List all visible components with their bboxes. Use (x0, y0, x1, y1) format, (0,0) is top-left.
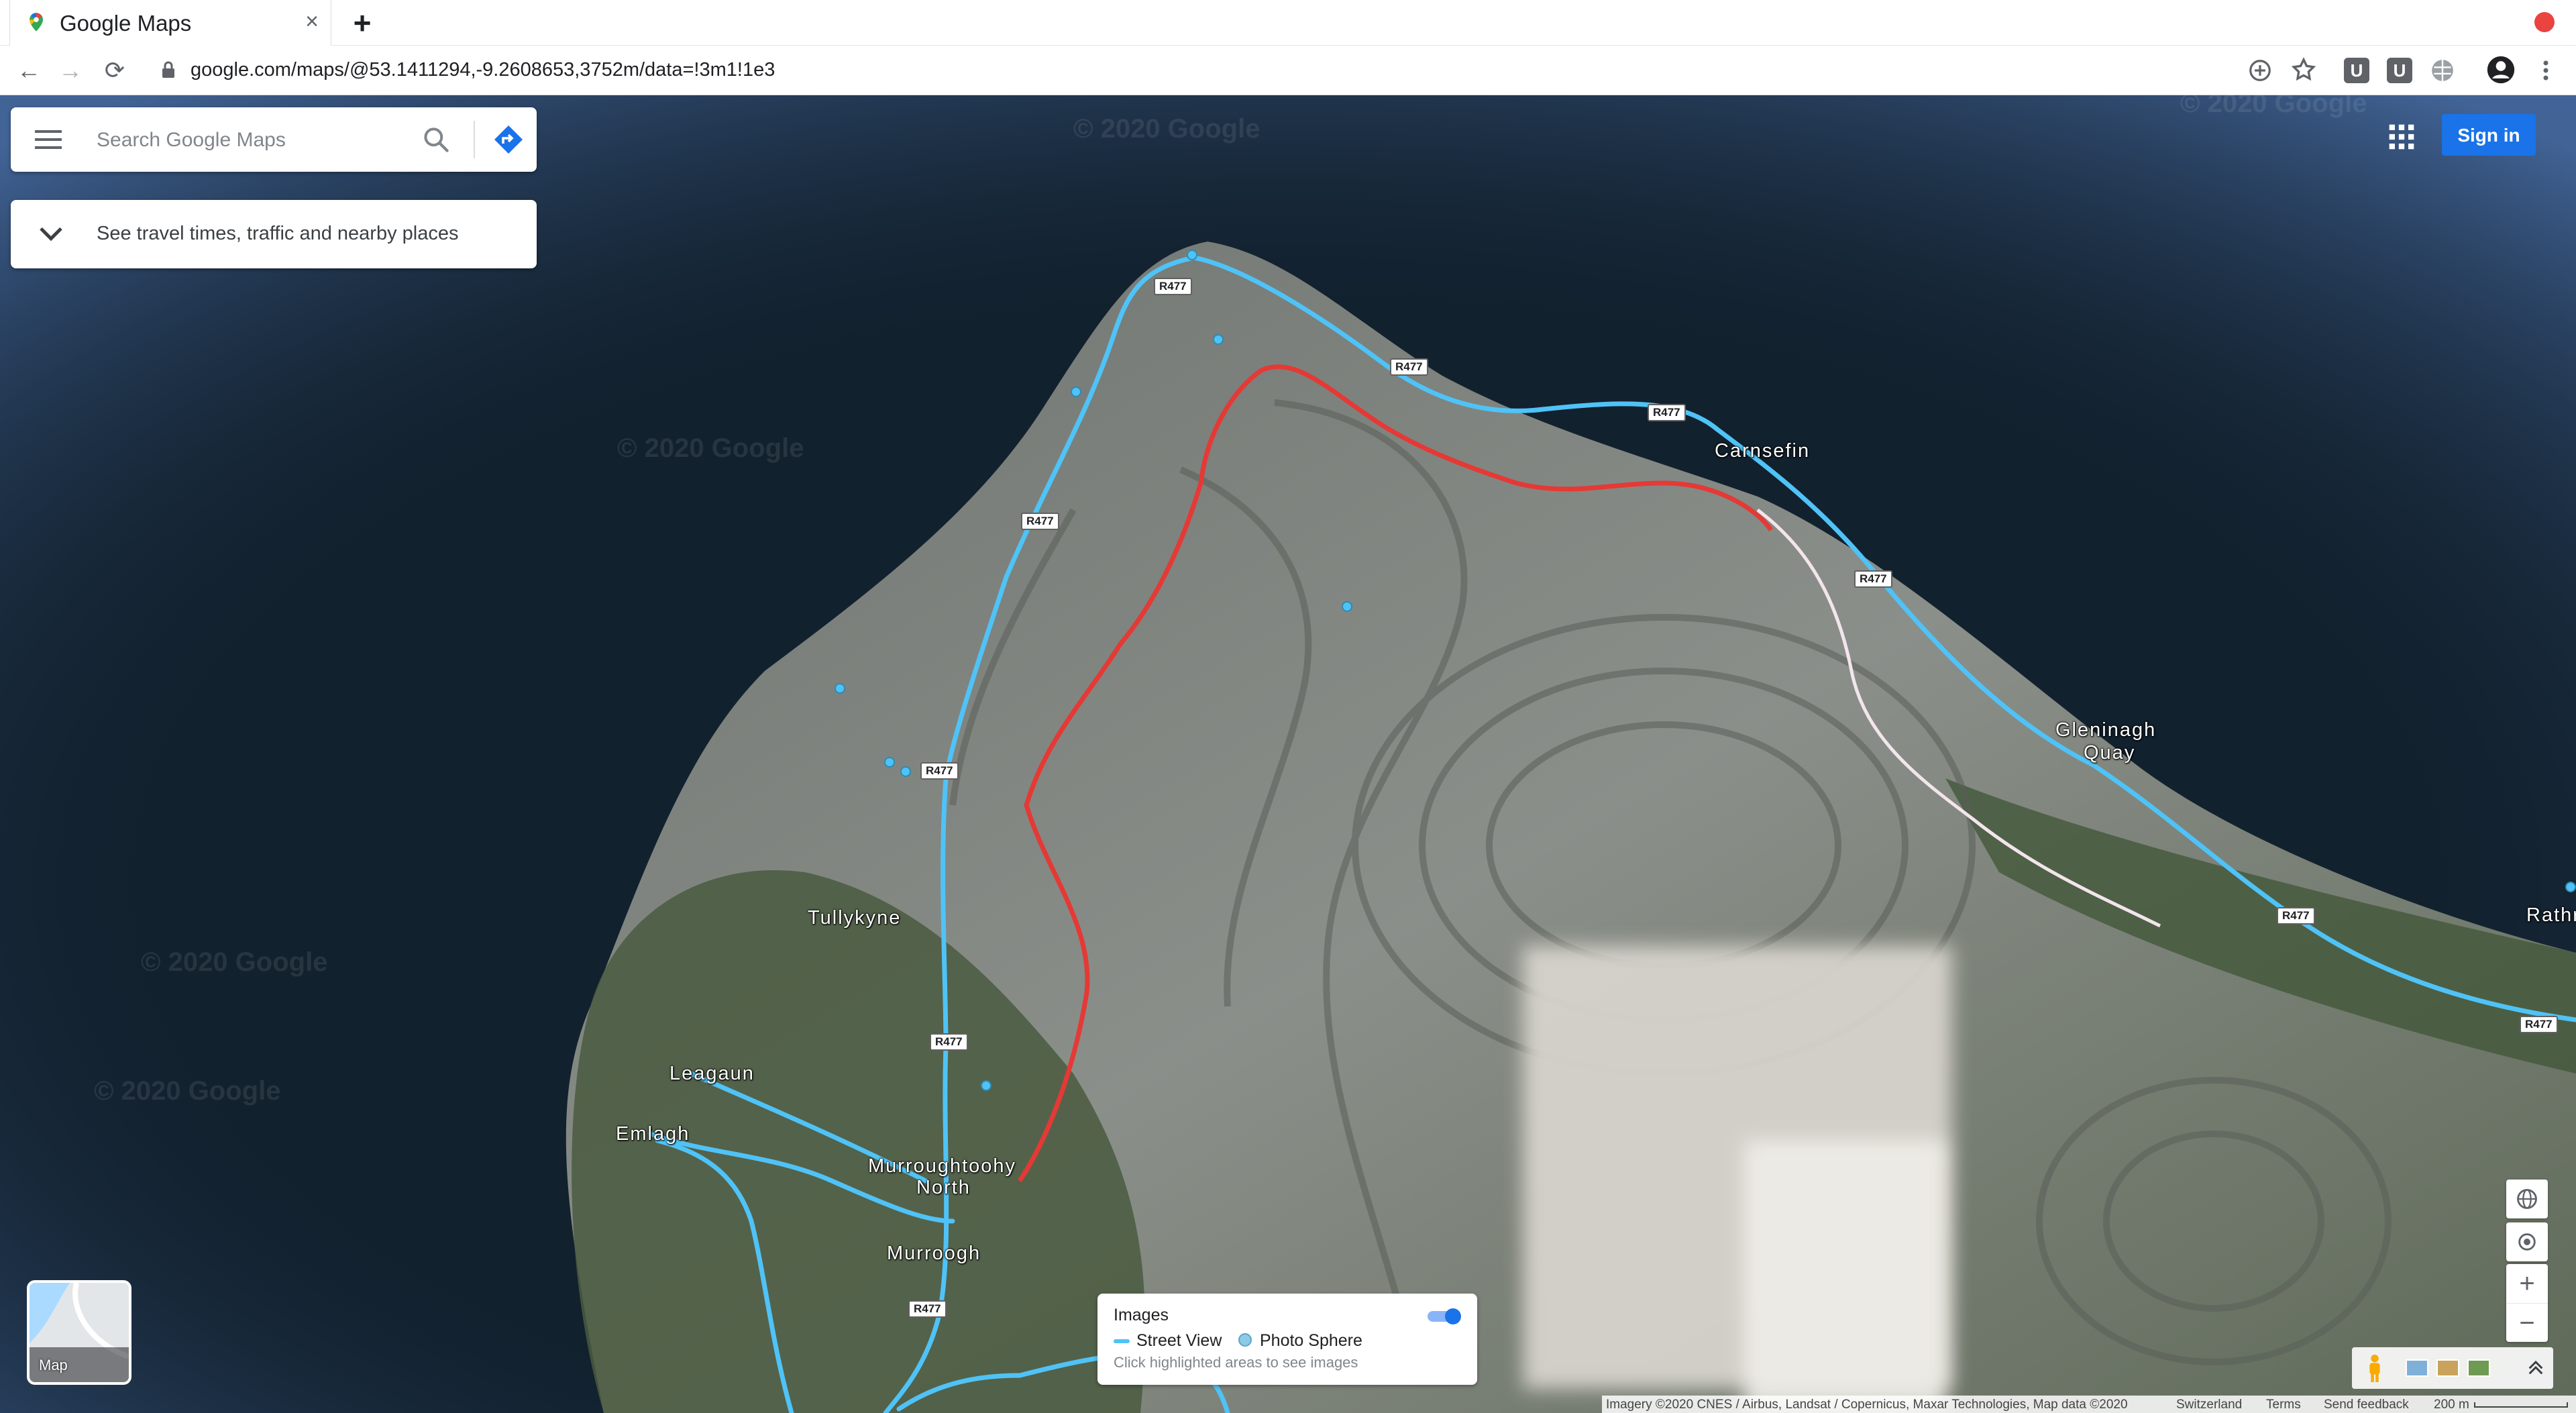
place-label-murroogh[interactable]: Murroogh (887, 1243, 981, 1265)
tab-close-icon[interactable]: × (300, 9, 324, 34)
country-link[interactable]: Switzerland (2176, 1398, 2242, 1412)
globe-view-button[interactable] (2506, 1180, 2548, 1218)
place-label-tullykyne[interactable]: Tullykyne (808, 907, 901, 929)
place-label-north[interactable]: North (916, 1177, 971, 1199)
browser-menu-icon[interactable] (2536, 58, 2556, 83)
map-layer-label: Map (39, 1357, 68, 1373)
browser-toolbar: ← → ⟳ google.com/maps/@53.1411294,-9.260… (0, 46, 2576, 95)
imagery-thumbnail-3[interactable] (2467, 1359, 2490, 1377)
globe-icon (2517, 1189, 2537, 1209)
forward-button[interactable]: → (55, 55, 86, 86)
street-view-legend-swatch (1114, 1339, 1130, 1343)
explore-nearby-bar[interactable]: See travel times, traffic and nearby pla… (11, 200, 537, 268)
directions-icon[interactable] (492, 123, 525, 156)
road-shield-r477: R477 (1648, 404, 1686, 421)
terms-link[interactable]: Terms (2266, 1398, 2301, 1412)
road-shield-r477: R477 (1854, 570, 1892, 588)
reload-button[interactable]: ⟳ (99, 55, 130, 86)
extension-u-icon-2[interactable]: U (2387, 58, 2412, 83)
scale-bar (2474, 1402, 2568, 1408)
map-layer-switcher[interactable]: Map (27, 1280, 131, 1385)
search-divider (474, 121, 475, 158)
lock-icon (162, 61, 174, 78)
bookmark-star-icon[interactable] (2290, 56, 2317, 83)
imagery-thumbnail-2[interactable] (2436, 1359, 2459, 1377)
recording-indicator-icon (2534, 12, 2555, 32)
road-shield-r477: R477 (920, 762, 959, 780)
place-label-gleninagh[interactable]: Gleninagh (2055, 719, 2156, 741)
photo-sphere-legend-swatch (1238, 1333, 1252, 1347)
search-box (11, 107, 537, 172)
zoom-out-button[interactable]: − (2506, 1303, 2548, 1343)
tab-title: Google Maps (60, 11, 192, 36)
place-label-murroughtoohy[interactable]: Murroughtoohy (868, 1155, 1016, 1178)
road-shield-r477: R477 (1021, 513, 1059, 530)
place-label-emlagh[interactable]: Emlagh (616, 1123, 690, 1145)
road-shield-r477: R477 (2277, 907, 2315, 925)
send-feedback-link[interactable]: Send feedback (2324, 1398, 2409, 1412)
google-maps-pin-icon (30, 13, 43, 32)
expand-up-icon[interactable] (2525, 1357, 2546, 1378)
place-label-quay[interactable]: Quay (2084, 742, 2135, 764)
search-icon[interactable] (421, 125, 451, 154)
street-view-legend-label: Street View (1136, 1331, 1222, 1350)
google-apps-grid-icon[interactable] (2388, 123, 2415, 150)
road-shield-r477: R477 (930, 1033, 968, 1051)
map-watermark: © 2020 Google (617, 433, 804, 463)
map-watermark: © 2020 Google (1073, 114, 1260, 144)
imagery-attribution: Imagery ©2020 CNES / Airbus, Landsat / C… (1606, 1398, 2128, 1412)
tab-google-maps[interactable]: Google Maps × (9, 0, 331, 46)
zoom-in-button[interactable]: + (2506, 1264, 2548, 1303)
extension-globe-icon[interactable] (2430, 58, 2455, 83)
satellite-map[interactable]: © 2020 Google © 2020 Google © 2020 Googl… (0, 95, 2576, 1413)
back-button[interactable]: ← (13, 55, 44, 86)
photo-sphere-legend-label: Photo Sphere (1260, 1331, 1362, 1350)
place-label-carnsefin[interactable]: Carnsefin (1715, 440, 1810, 462)
map-watermark: © 2020 Google (141, 947, 328, 977)
images-legend-panel: Images Street View Photo Sphere Click hi… (1097, 1294, 1477, 1385)
sign-in-button[interactable]: Sign in (2442, 114, 2536, 156)
map-watermark: © 2020 Google (2180, 95, 2367, 118)
url-text: google.com/maps/@53.1411294,-9.2608653,3… (191, 59, 775, 81)
images-layer-toggle[interactable] (1426, 1307, 1464, 1326)
new-tab-button[interactable]: + (347, 7, 377, 38)
search-input[interactable] (95, 122, 420, 158)
zoom-controls: + − (2506, 1264, 2548, 1342)
road-shield-r477: R477 (1154, 278, 1192, 295)
road-shield-r477: R477 (908, 1300, 947, 1318)
images-title: Images (1114, 1306, 1169, 1324)
chevron-down-icon (40, 227, 62, 242)
profile-avatar-icon[interactable] (2486, 55, 2516, 85)
hamburger-menu-icon[interactable] (35, 129, 62, 150)
place-label-rathr[interactable]: Rathr (2526, 904, 2576, 927)
place-label-leagaun[interactable]: Leagaun (669, 1063, 755, 1085)
images-hint-text: Click highlighted areas to see images (1114, 1354, 1358, 1371)
imagery-thumbnail-1[interactable] (2406, 1359, 2428, 1377)
install-app-icon[interactable] (2247, 58, 2273, 83)
map-footer: Imagery ©2020 CNES / Airbus, Landsat / C… (1602, 1396, 2576, 1413)
explore-nearby-label: See travel times, traffic and nearby pla… (97, 223, 459, 244)
satellite-imagery (0, 95, 2576, 1413)
pegman-icon[interactable] (2367, 1354, 2383, 1382)
address-bar[interactable]: google.com/maps/@53.1411294,-9.2608653,3… (146, 50, 2293, 91)
bottom-tools-strip (2352, 1347, 2553, 1389)
scale-label[interactable]: 200 m (2434, 1398, 2469, 1412)
my-location-icon (2518, 1233, 2536, 1251)
road-shield-r477: R477 (1390, 358, 1428, 376)
browser-tab-strip: Google Maps × + (0, 0, 2576, 46)
my-location-button[interactable] (2506, 1222, 2548, 1261)
road-shield-r477: R477 (2520, 1016, 2558, 1033)
extension-u-icon[interactable]: U (2344, 58, 2369, 83)
map-watermark: © 2020 Google (94, 1076, 281, 1106)
